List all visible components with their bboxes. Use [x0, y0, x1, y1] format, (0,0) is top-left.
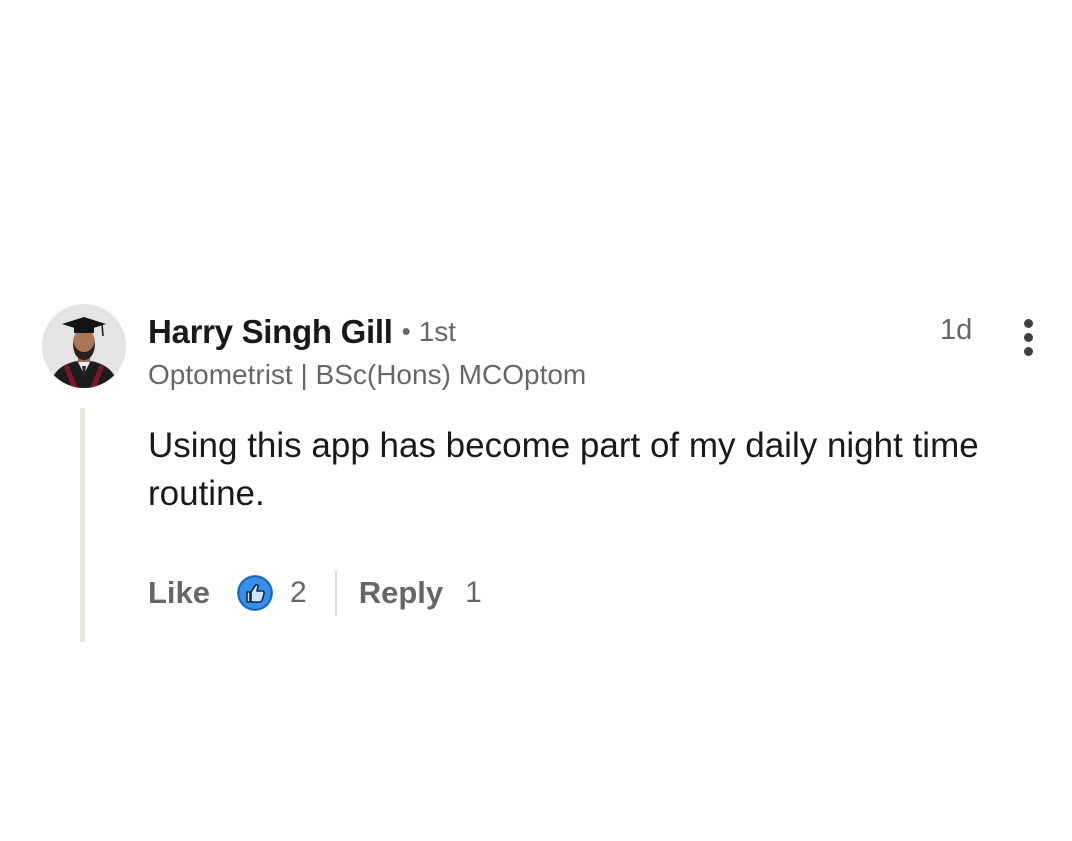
more-vertical-icon [1023, 318, 1033, 328]
author-name[interactable]: Harry Singh Gill [148, 313, 393, 351]
author-headline: Optometrist | BSc(Hons) MCOptom [148, 359, 587, 390]
more-options-button[interactable] [1008, 312, 1048, 362]
like-count[interactable]: 2 [290, 576, 307, 610]
reply-count[interactable]: 1 [465, 576, 482, 610]
thumbs-up-icon[interactable] [236, 574, 274, 612]
comment-text: Using this app has become part of my dai… [148, 426, 979, 513]
connection-degree: 1st [418, 316, 457, 347]
comment-actions: Like 2 Reply 1 [148, 570, 482, 616]
reply-button[interactable]: Reply [359, 575, 443, 611]
comment-card: Harry Singh Gill • 1st Optometrist | BSc… [0, 0, 1072, 841]
thread-line [80, 408, 85, 642]
avatar[interactable] [42, 304, 126, 388]
timestamp: 1d [940, 314, 973, 346]
author-row: Harry Singh Gill • 1st [148, 309, 456, 355]
avatar-photo [42, 304, 126, 388]
like-button[interactable]: Like [148, 575, 210, 611]
separator-dot: • [401, 315, 411, 346]
action-divider [334, 571, 337, 615]
